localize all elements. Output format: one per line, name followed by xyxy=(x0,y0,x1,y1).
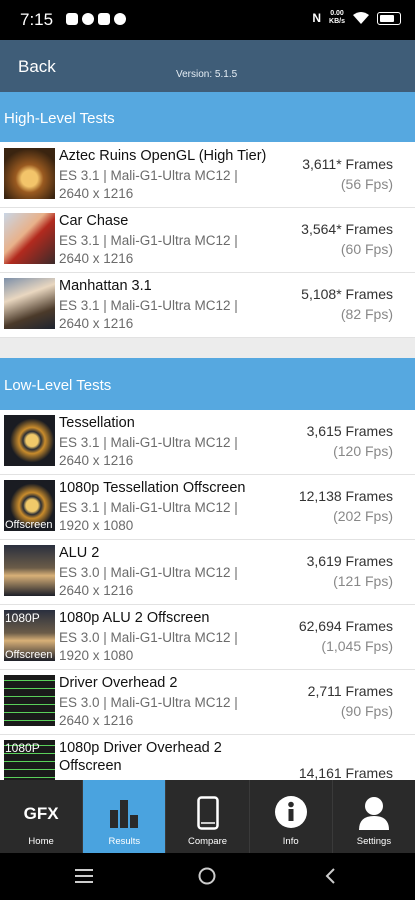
tab-home[interactable]: GFX Home xyxy=(0,780,84,853)
test-name: Car Chase xyxy=(59,213,129,229)
test-row[interactable]: Offscreen 1080p Tessellation Offscreen ES … xyxy=(0,475,415,540)
nfc-icon: N xyxy=(312,11,322,25)
test-row[interactable]: Tessellation ES 3.1 | Mali-G1-Ultra MC12 … xyxy=(0,410,415,475)
test-name: Tessellation xyxy=(59,415,135,431)
test-details: Offscreen xyxy=(59,758,122,774)
test-name: 1080p ALU 2 Offscreen xyxy=(59,610,210,626)
test-fps: (90 Fps) xyxy=(340,703,393,719)
tab-label: Compare xyxy=(187,836,228,847)
test-thumbnail xyxy=(4,545,55,596)
wifi-icon xyxy=(353,12,369,24)
test-fps: (56 Fps) xyxy=(340,176,393,192)
test-details: ES 3.0 | Mali-G1-Ultra MC12 | 2640 x 1216 xyxy=(59,695,238,728)
test-thumbnail: 1080P Offscreen xyxy=(4,610,55,661)
tab-compare[interactable]: Compare xyxy=(166,780,250,853)
user-icon xyxy=(358,797,389,830)
tab-info[interactable]: Info xyxy=(250,780,333,853)
section-header-high-level: High-Level Tests xyxy=(0,92,415,142)
tab-label: Settings xyxy=(356,836,392,847)
test-name: Aztec Ruins OpenGL (High Tier) xyxy=(59,148,267,164)
info-icon xyxy=(274,796,307,828)
test-thumbnail xyxy=(4,415,55,466)
mail-icon xyxy=(66,13,78,25)
bar-chart-icon xyxy=(110,800,139,828)
test-name: 1080p Tessellation Offscreen xyxy=(59,480,246,496)
test-details: ES 3.0 | Mali-G1-Ultra MC12 | 2640 x 1216 xyxy=(59,565,238,598)
status-bar: 7:15 N 0.00 KB/s xyxy=(0,0,415,40)
test-thumbnail xyxy=(4,213,55,264)
app-icon xyxy=(98,13,110,25)
test-score: 2,711 Frames xyxy=(307,683,393,699)
test-score: 5,108* Frames xyxy=(301,286,393,302)
test-thumbnail: Offscreen xyxy=(4,480,55,531)
phone-icon xyxy=(196,796,219,830)
tab-results[interactable]: Results xyxy=(83,780,167,853)
test-fps: (121 Fps) xyxy=(333,573,393,589)
check-icon xyxy=(82,13,94,25)
test-name: 1080p Driver Overhead 2 xyxy=(59,740,222,756)
tab-label: Results xyxy=(108,836,141,847)
test-details: ES 3.1 | Mali-G1-Ultra MC12 | 2640 x 1216 xyxy=(59,435,238,468)
tab-label: Home xyxy=(28,836,54,847)
test-score: 3,564* Frames xyxy=(301,221,393,237)
test-score: 12,138 Frames xyxy=(298,488,393,504)
test-thumbnail xyxy=(4,278,55,329)
gfx-logo-icon: GFX xyxy=(23,804,59,823)
tab-bar: GFX Home Results Compare Info Settings xyxy=(0,780,415,853)
test-name: ALU 2 xyxy=(59,545,100,561)
test-details: ES 3.1 | Mali-G1-Ultra MC12 | 1920 x 1080 xyxy=(59,500,238,533)
test-score: 62,694 Frames xyxy=(298,618,393,634)
network-speed: 0.00 KB/s xyxy=(329,10,345,25)
tab-label: Info xyxy=(282,836,299,847)
test-details: ES 3.1 | Mali-G1-Ultra MC12 | 2640 x 1216 xyxy=(59,233,238,266)
test-name: Driver Overhead 2 xyxy=(59,675,178,691)
version-label: Version: 5.1.5 xyxy=(176,69,238,80)
test-fps: (120 Fps) xyxy=(333,443,393,459)
test-details: ES 3.0 | Mali-G1-Ultra MC12 | 1920 x 1080 xyxy=(59,630,238,663)
test-name: Manhattan 3.1 xyxy=(59,278,152,294)
back-button[interactable]: Back xyxy=(18,57,56,77)
home-circle-icon[interactable] xyxy=(198,867,216,885)
battery-icon xyxy=(377,11,401,25)
test-thumbnail xyxy=(4,675,55,726)
thumb-tag: Offscreen xyxy=(5,649,53,661)
thumb-tag-top: 1080P xyxy=(5,741,40,755)
test-details: ES 3.1 | Mali-G1-Ultra MC12 | 2640 x 1216 xyxy=(59,168,238,201)
test-details: ES 3.1 | Mali-G1-Ultra MC12 | 2640 x 1216 xyxy=(59,298,238,331)
system-nav-bar xyxy=(0,853,415,900)
test-fps: (202 Fps) xyxy=(333,508,393,524)
test-score: 3,615 Frames xyxy=(306,423,393,439)
test-row[interactable]: Aztec Ruins OpenGL (High Tier) ES 3.1 | M… xyxy=(0,143,415,208)
top-bar: Back Version: 5.1.5 xyxy=(0,40,415,92)
test-fps: (1,045 Fps) xyxy=(321,638,393,654)
thumb-tag-top: 1080P xyxy=(5,611,40,625)
back-arrow-icon[interactable] xyxy=(324,867,336,885)
test-score: 3,619 Frames xyxy=(306,553,393,569)
test-row[interactable]: 1080P Offscreen 1080p ALU 2 Offscreen ES 3.… xyxy=(0,605,415,670)
notification-icons xyxy=(66,13,126,25)
section-header-low-level: Low-Level Tests xyxy=(0,358,415,410)
section-gap xyxy=(0,338,415,358)
thumb-tag: Offscreen xyxy=(5,519,53,531)
test-thumbnail xyxy=(4,148,55,199)
gear-icon xyxy=(114,13,126,25)
test-row[interactable]: Manhattan 3.1 ES 3.1 | Mali-G1-Ultra MC12… xyxy=(0,273,415,338)
test-score: 3,611* Frames xyxy=(302,156,393,172)
test-row[interactable]: Car Chase ES 3.1 | Mali-G1-Ultra MC12 | 26… xyxy=(0,208,415,273)
status-time: 7:15 xyxy=(20,10,54,29)
test-fps: (60 Fps) xyxy=(340,241,393,257)
test-fps: (82 Fps) xyxy=(340,306,393,322)
test-score: 14,161 Frames xyxy=(298,765,393,781)
tab-settings[interactable]: Settings xyxy=(333,780,415,853)
test-row[interactable]: ALU 2 ES 3.0 | Mali-G1-Ultra MC12 | 2640 x… xyxy=(0,540,415,605)
test-row[interactable]: Driver Overhead 2 ES 3.0 | Mali-G1-Ultra … xyxy=(0,670,415,735)
menu-icon[interactable] xyxy=(75,869,93,883)
